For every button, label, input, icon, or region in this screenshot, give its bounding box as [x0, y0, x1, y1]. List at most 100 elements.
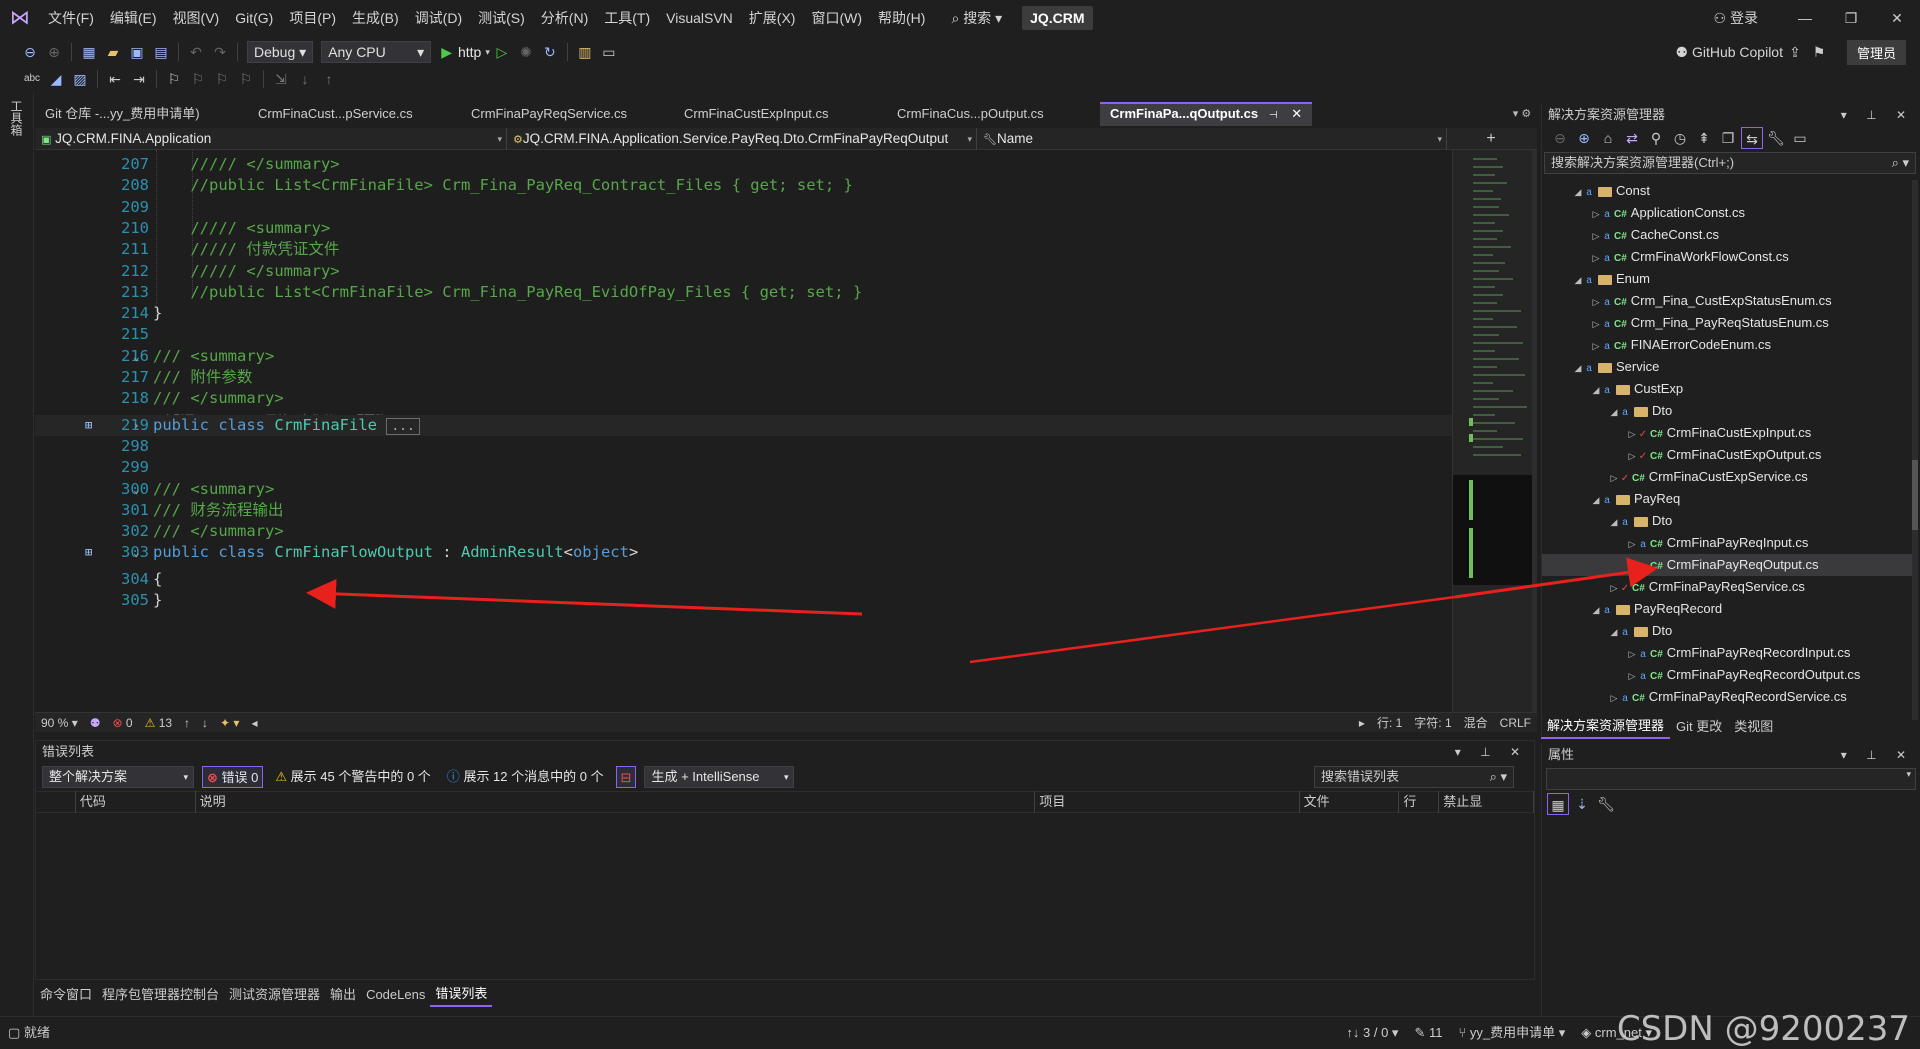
class-glyph-icon[interactable]: ⊞ — [85, 415, 92, 436]
run-target-dropdown-icon[interactable]: ▾ — [485, 47, 490, 58]
column-header[interactable]: 项目 — [1035, 791, 1300, 813]
properties-icon[interactable]: 🔧︎ — [1765, 127, 1787, 149]
next-bookmark-icon[interactable]: ⚐ — [211, 68, 233, 90]
solution-bottom-tab[interactable]: Git 更改 — [1670, 716, 1728, 738]
forward-nav-icon[interactable]: ⊕ — [43, 41, 65, 63]
tab-active-file[interactable]: CrmFinaPa...qOutput.cs ⊣ ✕ — [1100, 102, 1312, 126]
collapsed-arrow-icon[interactable]: ▷ — [1590, 225, 1602, 247]
bottom-tab[interactable]: 测试资源管理器 — [224, 984, 325, 1006]
scope-dropdown[interactable]: 整个解决方案 ▾ — [42, 766, 194, 788]
collapsed-arrow-icon[interactable]: ▷ — [1626, 643, 1638, 665]
class-glyph-icon[interactable]: ⊞ — [85, 542, 92, 563]
tree-file[interactable]: ▷ ✓ C# CrmFinaCustExpOutput.cs — [1542, 444, 1912, 466]
collapsed-arrow-icon[interactable]: ▷ — [1626, 533, 1638, 555]
tab-file[interactable]: CrmFinaCus...pOutput.cs — [887, 102, 1100, 126]
tree-file[interactable]: ▷ a C# CrmFinaPayReqRecordInput.cs — [1542, 642, 1912, 664]
column-header[interactable]: 代码 — [76, 791, 196, 813]
start-debug-button[interactable]: ▶ — [441, 45, 452, 59]
pending-changes-icon[interactable]: ⚲ — [1645, 127, 1667, 149]
collapsed-arrow-icon[interactable]: ▷ — [1590, 247, 1602, 269]
fold-collapse-icon[interactable]: ⌄ — [133, 542, 140, 563]
menu-item[interactable]: 调试(D) — [407, 0, 470, 36]
solution-scrollbar[interactable] — [1912, 180, 1918, 720]
step-icon[interactable]: ⇲ — [270, 68, 292, 90]
code-minimap[interactable] — [1452, 150, 1533, 712]
errors-filter-button[interactable]: ⊗ 错误 0 — [202, 766, 264, 788]
tree-folder[interactable]: ◢ a Enum — [1542, 268, 1912, 290]
collapse-all-icon[interactable]: ⇞ — [1693, 127, 1715, 149]
type-dropdown[interactable]: ⚙JQ.CRM.FINA.Application.Service.PayReq.… — [507, 127, 977, 150]
refresh-icon[interactable]: ↻ — [539, 41, 561, 63]
menu-item[interactable]: 帮助(H) — [870, 0, 933, 36]
collapsed-region[interactable]: ... — [386, 417, 420, 435]
tree-file[interactable]: ▷ a C# CrmFinaPayReqRecordService.cs — [1542, 686, 1912, 708]
bottom-tab[interactable]: 输出 — [325, 984, 361, 1006]
project-dropdown[interactable]: ▣ JQ.CRM.FINA.Application ▾ — [35, 127, 507, 150]
toolbox-tab[interactable]: 工具箱 — [8, 100, 25, 136]
filter-icon[interactable]: ⊟ — [615, 766, 637, 788]
redo-icon[interactable]: ↷ — [209, 41, 231, 63]
solution-bottom-tab[interactable]: 类视图 — [1728, 716, 1779, 738]
tab-overflow-icons[interactable]: ▾ ⚙ — [1507, 102, 1537, 126]
hot-reload-icon[interactable]: ✺ — [515, 41, 537, 63]
tree-folder[interactable]: ◢ a Const — [1542, 180, 1912, 202]
tree-folder[interactable]: ◢ a Service — [1542, 356, 1912, 378]
tab-file[interactable]: Git 仓库 -...yy_费用申请单) — [35, 102, 248, 126]
properties-object-select[interactable]: ▾ — [1546, 768, 1916, 790]
home-icon[interactable]: ⌂ — [1597, 127, 1619, 149]
tree-file[interactable]: ▷ ✓ C# CrmFinaCustExpInput.cs — [1542, 422, 1912, 444]
panel-controls[interactable]: ▾ ⊥ ✕ — [1841, 744, 1914, 766]
panel-controls[interactable]: ▾ ⊥ ✕ — [1455, 741, 1528, 763]
line-ending[interactable]: CRLF — [1494, 713, 1537, 733]
browse-icon[interactable]: ▥ — [574, 41, 596, 63]
tree-file[interactable]: ▷ a C# CrmFinaPayReqRecordOutput.cs — [1542, 664, 1912, 686]
expanded-arrow-icon[interactable]: ◢ — [1590, 379, 1602, 401]
forward-icon[interactable]: ⊕ — [1573, 127, 1595, 149]
minimize-button[interactable]: — — [1782, 10, 1828, 26]
fold-collapse-icon[interactable]: ⌄ — [133, 479, 140, 500]
tree-file[interactable]: ▷ a C# CrmFinaPayReqOutput.cs — [1542, 554, 1912, 576]
close-window-button[interactable]: ✕ — [1874, 10, 1920, 27]
zoom-level[interactable]: 90 % ▾ — [35, 713, 84, 733]
code-editor[interactable]: 207 ///// </summary> 208 //public List<Cr… — [35, 150, 1452, 712]
split-editor-button[interactable]: + — [1447, 130, 1535, 148]
platform-select[interactable]: Any CPU ▾ — [321, 41, 432, 63]
scroll-thumb[interactable] — [1912, 460, 1918, 530]
solution-search-input[interactable]: 搜索解决方案资源管理器(Ctrl+;) ⌕ ▾ — [1544, 152, 1916, 174]
collapsed-arrow-icon[interactable]: ▷ — [1590, 313, 1602, 335]
property-pages-icon[interactable]: 🔧︎ — [1595, 793, 1617, 815]
menu-item[interactable]: 文件(F) — [40, 0, 102, 36]
messages-filter-button[interactable]: ⓘ 展示 12 个消息中的 0 个 — [443, 766, 608, 788]
menu-item[interactable]: 测试(S) — [470, 0, 533, 36]
back-icon[interactable]: ⊖ — [1549, 127, 1571, 149]
restore-button[interactable]: ❐ — [1828, 10, 1874, 27]
git-edits-count[interactable]: ✎ 11 — [1406, 1017, 1450, 1049]
share-icon[interactable]: ⇪ — [1784, 41, 1806, 63]
line-position[interactable]: 行: 1 — [1371, 713, 1408, 733]
error-search-input[interactable]: 搜索错误列表 ⌕ ▾ — [1314, 766, 1514, 788]
down-arrow-icon[interactable]: ↓ — [294, 68, 316, 90]
menu-item[interactable]: 扩展(X) — [741, 0, 804, 36]
prev-bookmark-icon[interactable]: ⚐ — [187, 68, 209, 90]
git-sync-status[interactable]: ↑↓ 3 / 0 ▾ — [1338, 1017, 1406, 1049]
history-icon[interactable]: ◷ — [1669, 127, 1691, 149]
horizontal-scroll-right-icon[interactable]: ▸ — [1353, 713, 1371, 733]
save-icon[interactable]: ▣ — [126, 41, 148, 63]
menu-item[interactable]: 编辑(E) — [102, 0, 165, 36]
bottom-tab[interactable]: CodeLens — [361, 984, 430, 1006]
collapsed-arrow-icon[interactable]: ▷ — [1608, 577, 1620, 599]
menu-item[interactable]: 项目(P) — [281, 0, 344, 36]
collapsed-arrow-icon[interactable]: ▷ — [1626, 445, 1638, 467]
run-target-label[interactable]: http — [458, 44, 481, 60]
parameter-info-icon[interactable]: ▨ — [69, 68, 91, 90]
tree-folder[interactable]: ◢ a Dto — [1542, 510, 1912, 532]
alphabetical-icon[interactable]: ⇣ — [1571, 793, 1593, 815]
fold-collapse-icon[interactable]: ⌄ — [133, 346, 140, 367]
collapsed-arrow-icon[interactable]: ▷ — [1626, 665, 1638, 687]
menu-item[interactable]: 生成(B) — [344, 0, 407, 36]
close-tab-icon[interactable]: ✕ — [1288, 106, 1302, 121]
column-header[interactable]: 文件 — [1300, 791, 1400, 813]
prev-issue-icon[interactable]: ↑ — [178, 713, 196, 733]
configuration-select[interactable]: Debug ▾ — [247, 41, 314, 63]
column-header[interactable]: 禁止显 — [1439, 791, 1534, 813]
